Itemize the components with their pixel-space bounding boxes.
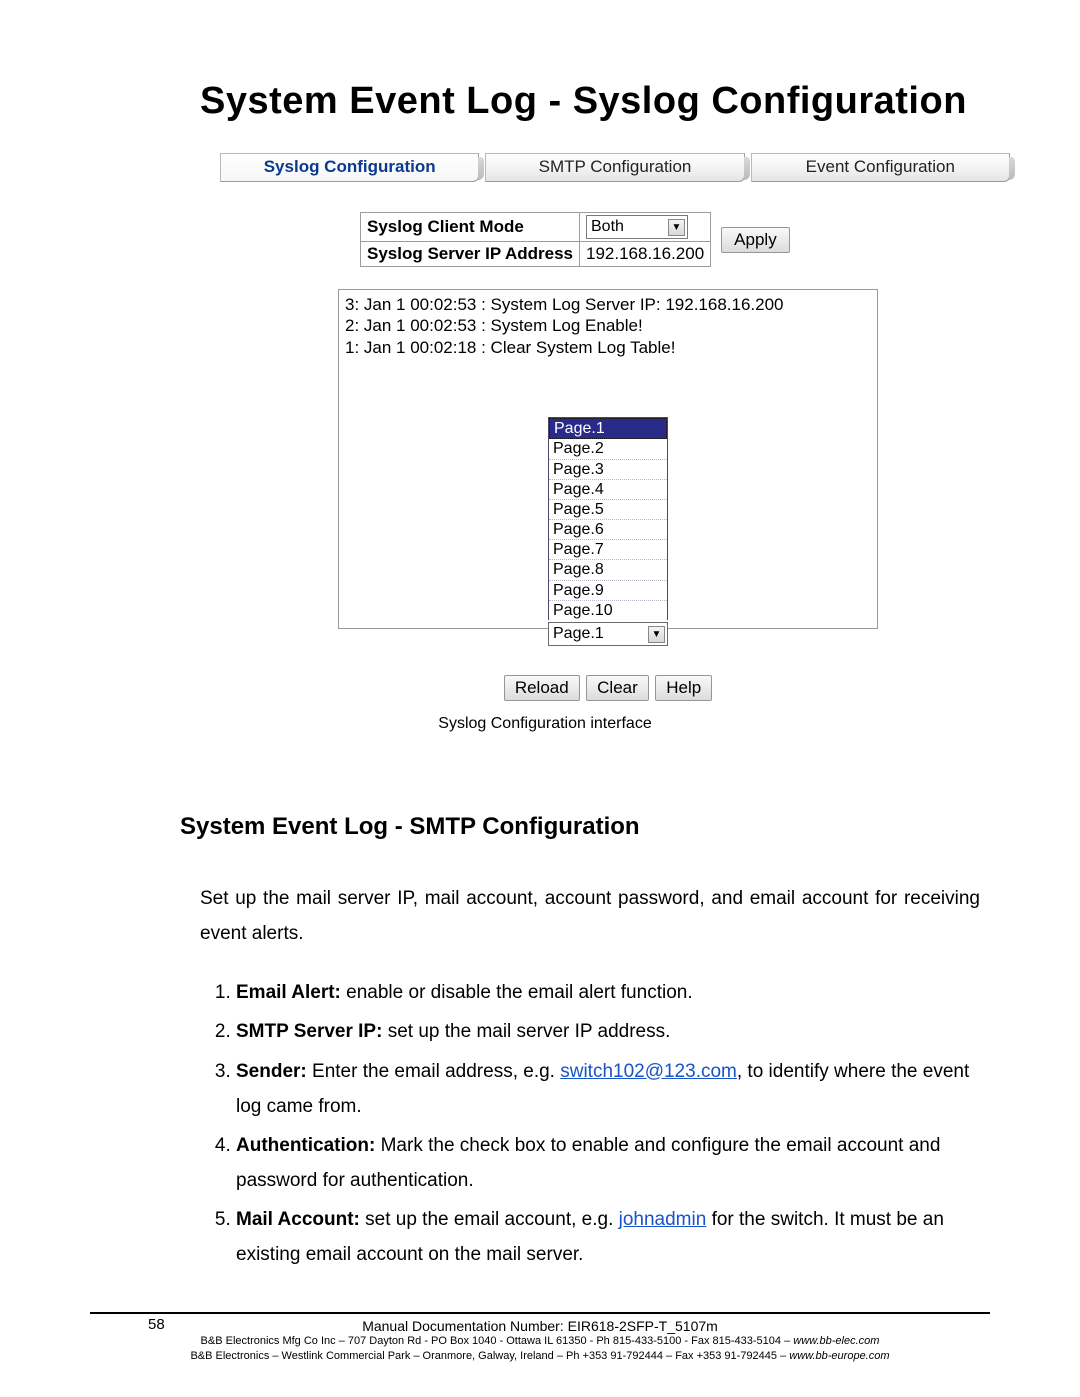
list-item-term: Mail Account: (236, 1209, 360, 1230)
list-item-term: Sender: (236, 1061, 307, 1082)
footer-doc-number: Manual Documentation Number: EIR618-2SFP… (90, 1312, 990, 1334)
list-item-text: set up the mail server IP address. (382, 1021, 670, 1042)
syslog-server-ip-label: Syslog Server IP Address (361, 242, 580, 267)
smtp-section-heading: System Event Log - SMTP Configuration (180, 813, 990, 841)
page-option[interactable]: Page.7 (549, 540, 667, 560)
list-item: Authentication: Mark the check box to en… (236, 1128, 980, 1198)
page-option[interactable]: Page.5 (549, 500, 667, 520)
chevron-down-icon: ▼ (668, 219, 685, 236)
tab-event-configuration[interactable]: Event Configuration (751, 153, 1010, 182)
tab-syslog-configuration[interactable]: Syslog Configuration (220, 153, 479, 182)
list-item-text: set up the email account, e.g. (360, 1209, 619, 1230)
syslog-config-form: Syslog Client Mode Both ▼ Apply Syslog S… (360, 212, 990, 267)
list-item-term: Authentication: (236, 1135, 375, 1156)
page-title: System Event Log - Syslog Configuration (200, 80, 990, 123)
page-selector: Page.1 Page.2 Page.3 Page.4 Page.5 Page.… (548, 417, 668, 646)
list-item-text: enable or disable the email alert functi… (341, 982, 693, 1003)
reload-button[interactable]: Reload (504, 675, 580, 701)
log-line: 3: Jan 1 00:02:53 : System Log Server IP… (345, 294, 871, 315)
page-footer: 58 Manual Documentation Number: EIR618-2… (90, 1312, 990, 1363)
help-button[interactable]: Help (655, 675, 712, 701)
list-item: Email Alert: enable or disable the email… (236, 975, 980, 1010)
page-dropdown-value: Page.1 (553, 625, 604, 643)
list-item: Mail Account: set up the email account, … (236, 1202, 980, 1272)
sender-email-link[interactable]: switch102@123.com (560, 1061, 737, 1082)
action-row: Reload Clear Help (338, 675, 878, 701)
apply-button[interactable]: Apply (721, 227, 790, 253)
page-option[interactable]: Page.9 (549, 581, 667, 601)
chevron-down-icon: ▼ (648, 626, 665, 643)
clear-button[interactable]: Clear (586, 675, 649, 701)
page-option[interactable]: Page.6 (549, 520, 667, 540)
footer-url-1: www.bb-elec.com (793, 1335, 879, 1347)
figure-caption: Syslog Configuration interface (100, 715, 990, 733)
page-number: 58 (148, 1316, 165, 1333)
syslog-server-ip-value: 192.168.16.200 (580, 242, 711, 267)
footer-address-1: B&B Electronics Mfg Co Inc – 707 Dayton … (90, 1334, 990, 1348)
list-item-term: SMTP Server IP: (236, 1021, 382, 1042)
tab-bar: Syslog Configuration SMTP Configuration … (220, 153, 1010, 182)
page-option[interactable]: Page.1 (549, 418, 667, 439)
syslog-log-textarea[interactable]: 3: Jan 1 00:02:53 : System Log Server IP… (338, 289, 878, 629)
log-line: 2: Jan 1 00:02:53 : System Log Enable! (345, 315, 871, 336)
syslog-client-mode-value: Both (591, 218, 624, 236)
list-item-text: Enter the email address, e.g. (307, 1061, 560, 1082)
page-option[interactable]: Page.3 (549, 460, 667, 480)
list-item: Sender: Enter the email address, e.g. sw… (236, 1054, 980, 1124)
smtp-intro: Set up the mail server IP, mail account,… (200, 881, 980, 951)
page-option[interactable]: Page.4 (549, 480, 667, 500)
page-option[interactable]: Page.8 (549, 560, 667, 580)
footer-url-2: www.bb-europe.com (789, 1350, 889, 1362)
tab-smtp-configuration[interactable]: SMTP Configuration (485, 153, 744, 182)
page-list[interactable]: Page.1 Page.2 Page.3 Page.4 Page.5 Page.… (548, 417, 668, 620)
list-item: SMTP Server IP: set up the mail server I… (236, 1014, 980, 1049)
page-option[interactable]: Page.10 (549, 601, 667, 620)
syslog-client-mode-select[interactable]: Both ▼ (586, 215, 688, 239)
footer-address-2: B&B Electronics – Westlink Commercial Pa… (90, 1349, 990, 1363)
page-dropdown[interactable]: Page.1 ▼ (548, 622, 668, 646)
mail-account-link[interactable]: johnadmin (619, 1209, 707, 1230)
syslog-client-mode-label: Syslog Client Mode (361, 213, 580, 242)
smtp-steps-list: Email Alert: enable or disable the email… (200, 975, 980, 1272)
log-line: 1: Jan 1 00:02:18 : Clear System Log Tab… (345, 337, 871, 358)
list-item-term: Email Alert: (236, 982, 341, 1003)
page-option[interactable]: Page.2 (549, 439, 667, 459)
